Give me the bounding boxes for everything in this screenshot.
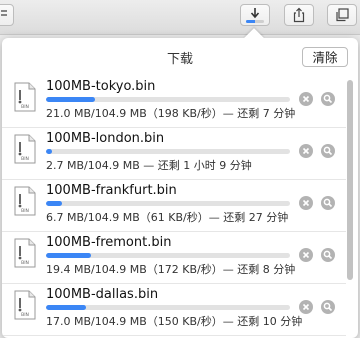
download-item: BIN 100MB-frankfurt.bin 6.7 MB/104.9 MB（… — [2, 180, 346, 232]
partial-icon — [1, 10, 7, 16]
binary-file-icon: BIN — [14, 82, 36, 112]
download-item: BIN 100MB-london.bin 2.7 MB/104.9 MB — 还… — [2, 128, 346, 180]
magnifier-icon — [323, 198, 333, 208]
stop-download-button[interactable] — [299, 196, 313, 210]
stop-download-button[interactable] — [299, 92, 313, 106]
stop-icon — [302, 147, 310, 155]
magnifier-icon — [323, 94, 333, 104]
reveal-in-finder-button[interactable] — [321, 248, 335, 262]
partial-toolbar-button[interactable] — [0, 4, 14, 26]
download-progress-bar — [46, 305, 290, 310]
binary-file-icon: BIN — [14, 134, 36, 164]
download-progress-bar — [46, 149, 290, 154]
download-status: 17.0 MB/104.9 MB（150 KB/秒）— 还剩 10 分钟 — [46, 315, 303, 328]
download-progress-fill — [46, 253, 92, 258]
downloads-button[interactable] — [240, 4, 270, 26]
download-progress-fill — [46, 305, 86, 310]
download-filename: 100MB-dallas.bin — [46, 287, 159, 302]
download-progress-bar — [46, 97, 290, 102]
browser-toolbar — [0, 0, 360, 35]
downloads-header: 下载 清除 — [2, 38, 358, 78]
tabs-icon — [336, 8, 349, 22]
download-progress-fill — [46, 97, 95, 102]
download-progress-bar — [46, 201, 290, 206]
stop-icon — [302, 95, 310, 103]
stop-download-button[interactable] — [299, 248, 313, 262]
download-progress-fill — [46, 149, 53, 154]
download-item: BIN 100MB-dallas.bin 17.0 MB/104.9 MB（15… — [2, 284, 346, 336]
binary-file-icon: BIN — [14, 238, 36, 268]
downloads-mini-progress — [246, 20, 264, 23]
clear-button[interactable]: 清除 — [302, 47, 348, 67]
download-filename: 100MB-frankfurt.bin — [46, 183, 177, 198]
magnifier-icon — [323, 146, 333, 156]
svg-text:BIN: BIN — [21, 104, 29, 110]
download-item: BIN 100MB-tokyo.bin 21.0 MB/104.9 MB（198… — [2, 76, 346, 128]
downloads-scrollbar[interactable] — [347, 78, 354, 336]
download-filename: 100MB-london.bin — [46, 131, 165, 146]
svg-text:BIN: BIN — [21, 312, 29, 318]
downloads-mini-progress-fill — [246, 20, 255, 23]
share-button[interactable] — [284, 4, 314, 26]
download-filename: 100MB-tokyo.bin — [46, 79, 156, 94]
stop-icon — [302, 251, 310, 259]
download-arrow-icon — [245, 6, 265, 24]
magnifier-icon — [323, 302, 333, 312]
reveal-in-finder-button[interactable] — [321, 300, 335, 314]
share-icon — [293, 7, 305, 23]
stop-download-button[interactable] — [299, 144, 313, 158]
svg-text:BIN: BIN — [21, 208, 29, 214]
download-status: 6.7 MB/104.9 MB（61 KB/秒）— 还剩 27 分钟 — [46, 211, 289, 224]
download-filename: 100MB-fremont.bin — [46, 235, 172, 250]
reveal-in-finder-button[interactable] — [321, 144, 335, 158]
svg-text:BIN: BIN — [21, 156, 29, 162]
tabs-overview-button[interactable] — [327, 4, 357, 26]
reveal-in-finder-button[interactable] — [321, 196, 335, 210]
reveal-in-finder-button[interactable] — [321, 92, 335, 106]
download-status: 2.7 MB/104.9 MB — 还剩 1 小时 9 分钟 — [46, 159, 252, 172]
stop-icon — [302, 303, 310, 311]
downloads-popover: 下载 清除 BIN 100MB-tokyo.bin 21.0 MB/104.9 … — [2, 38, 358, 338]
svg-text:BIN: BIN — [21, 260, 29, 266]
download-progress-bar — [46, 253, 290, 258]
download-status: 21.0 MB/104.9 MB（198 KB/秒）— 还剩 7 分钟 — [46, 107, 296, 120]
binary-file-icon: BIN — [14, 290, 36, 320]
scrollbar-thumb[interactable] — [347, 80, 353, 280]
magnifier-icon — [323, 250, 333, 260]
downloads-list: BIN 100MB-tokyo.bin 21.0 MB/104.9 MB（198… — [2, 76, 346, 336]
download-progress-fill — [46, 201, 62, 206]
download-item: BIN 100MB-fremont.bin 19.4 MB/104.9 MB（1… — [2, 232, 346, 284]
stop-download-button[interactable] — [299, 300, 313, 314]
stop-icon — [302, 199, 310, 207]
download-status: 19.4 MB/104.9 MB（172 KB/秒）— 还剩 8 分钟 — [46, 263, 296, 276]
binary-file-icon: BIN — [14, 186, 36, 216]
